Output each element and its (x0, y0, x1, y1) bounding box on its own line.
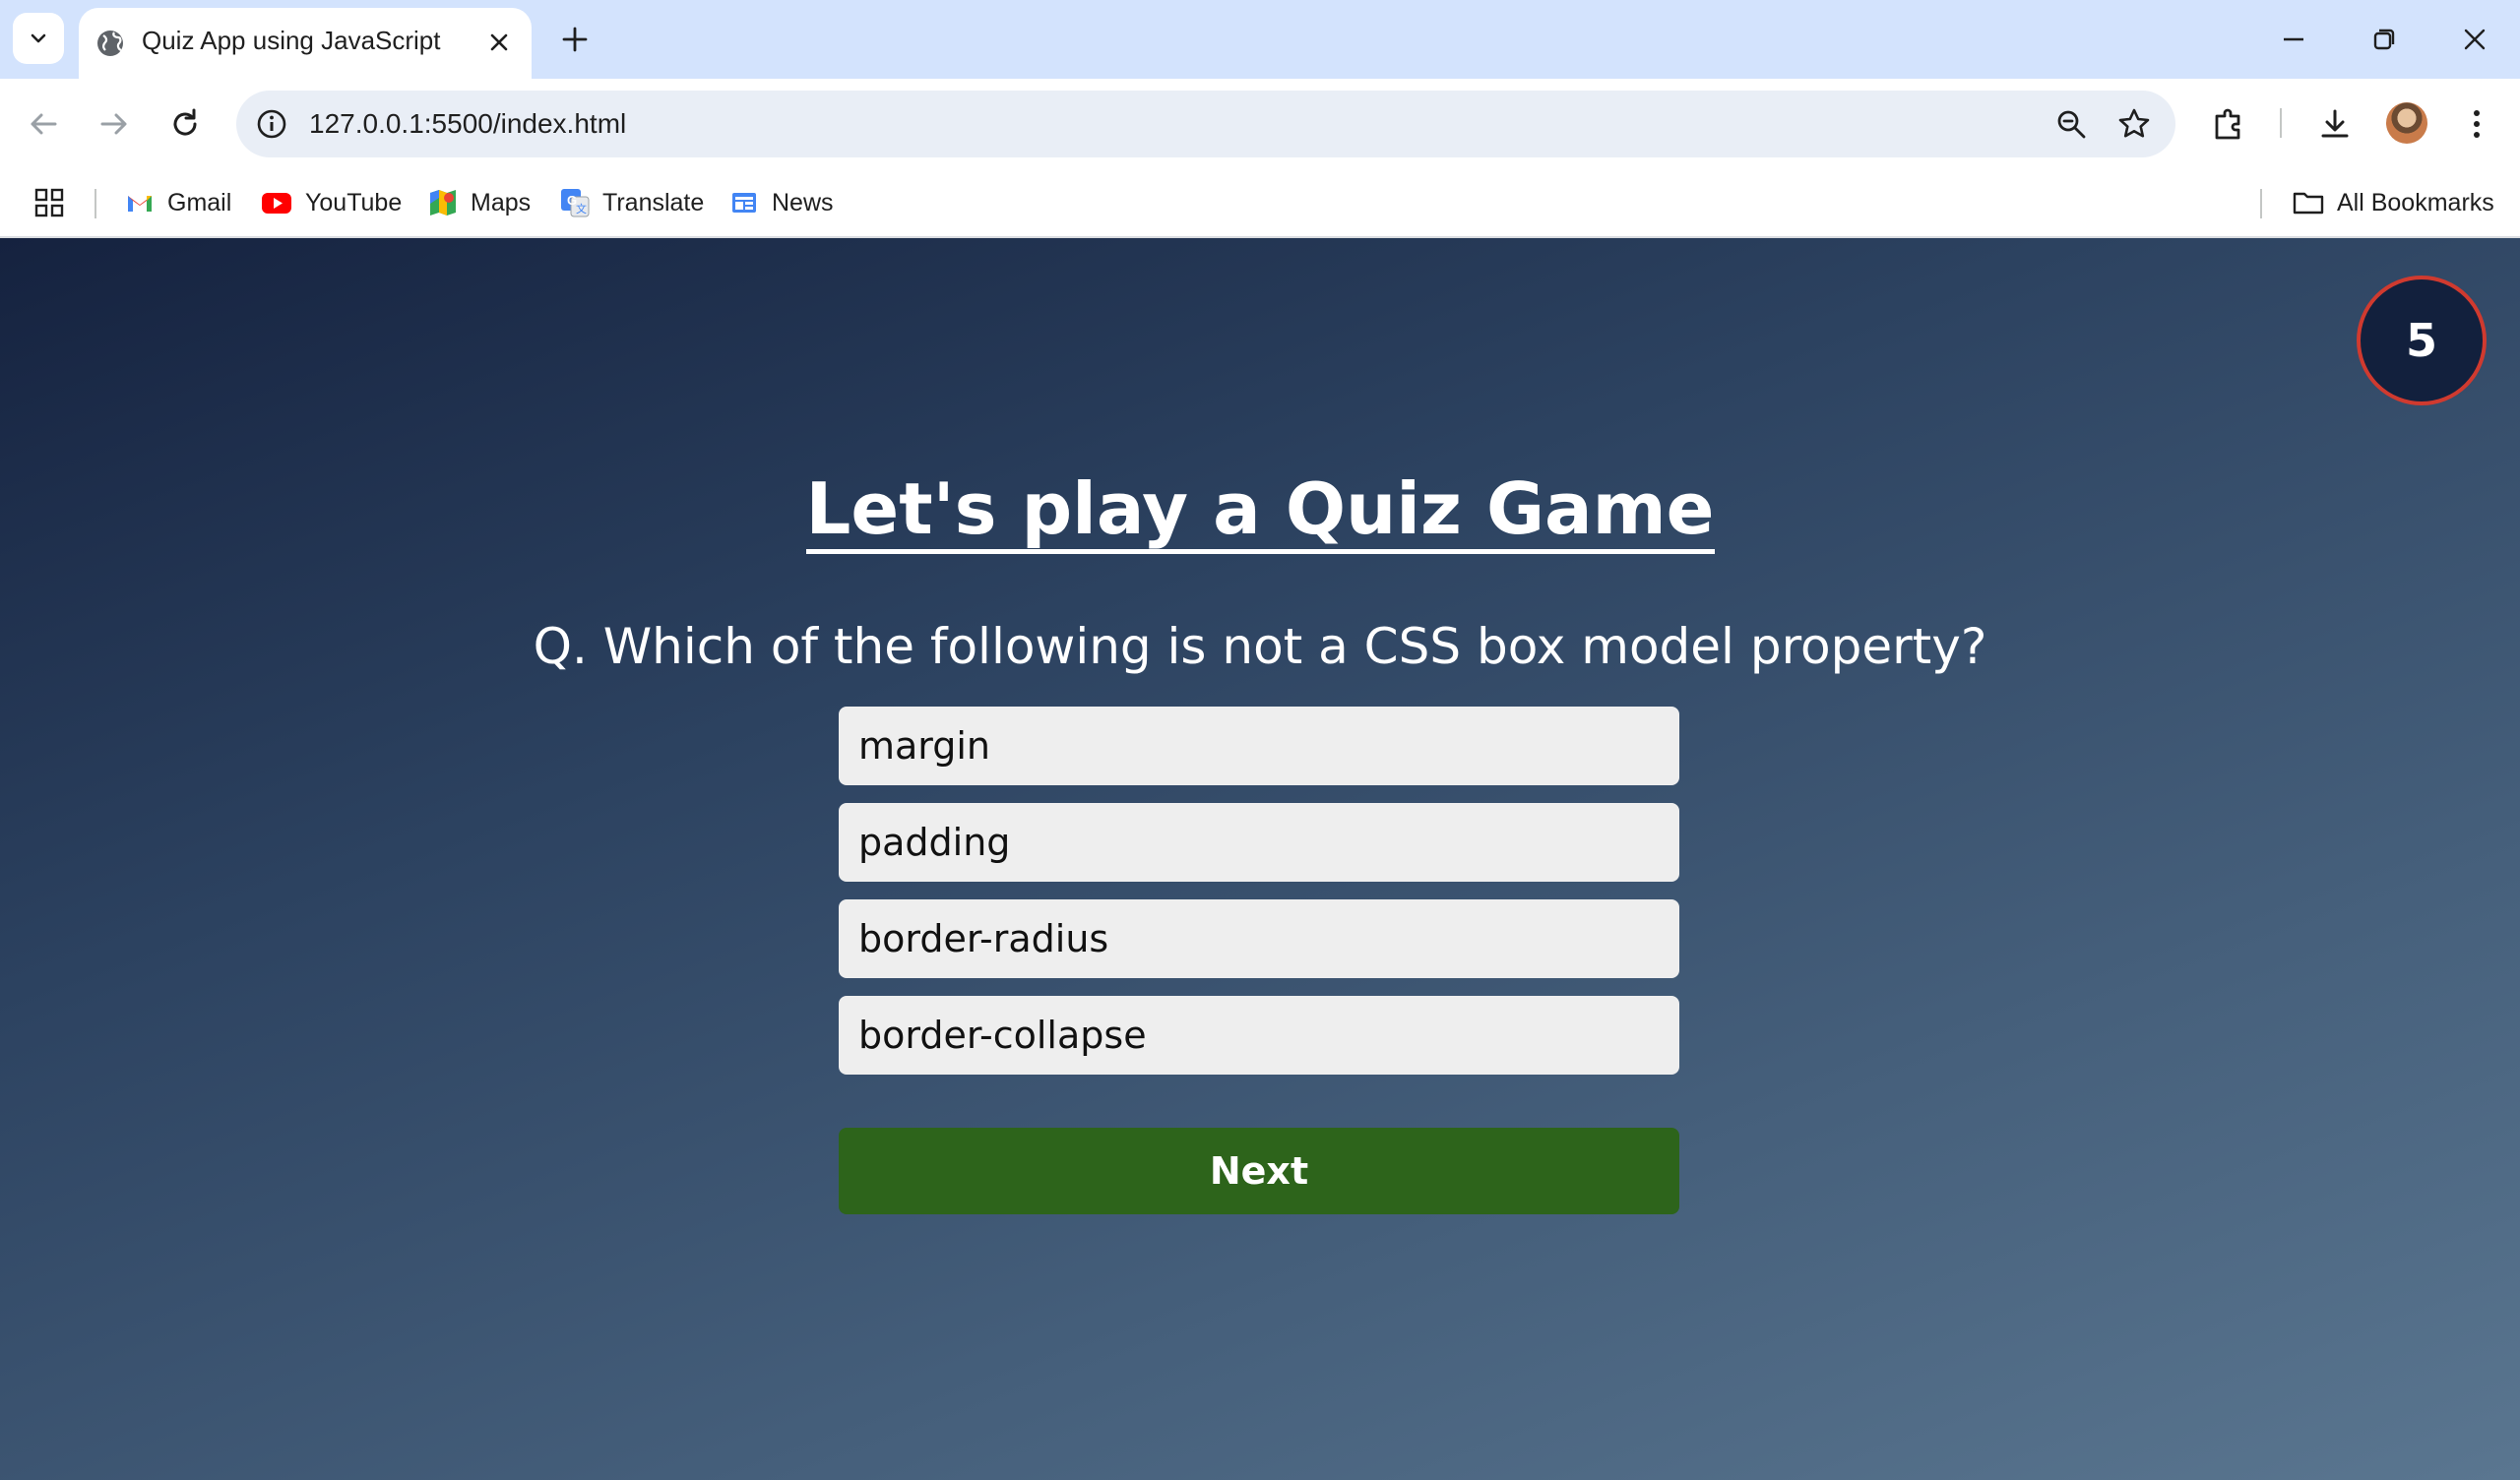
gmail-icon (128, 196, 152, 212)
answer-option[interactable]: margin (839, 707, 1679, 785)
bookmark-star-icon[interactable] (2114, 104, 2154, 144)
bookmark-label: Translate (602, 188, 705, 216)
bookmark-label: News (772, 188, 834, 216)
answer-option[interactable]: padding (839, 803, 1679, 882)
bookmarks-bar: Gmail YouTube Maps G 文 Translate News Al… (0, 169, 2520, 238)
zoom-icon[interactable] (2051, 104, 2091, 144)
url-text: 127.0.0.1:5500/index.html (309, 108, 627, 139)
active-tab[interactable]: Quiz App using JavaScript (79, 8, 532, 79)
reload-icon[interactable] (163, 102, 207, 146)
translate-icon: G 文 (561, 189, 590, 217)
toolbar-separator (2280, 108, 2282, 138)
globe-icon (97, 31, 123, 56)
bookmark-news[interactable]: News (728, 169, 834, 236)
answer-option[interactable]: border-radius (839, 899, 1679, 978)
bookmark-label: Gmail (167, 188, 232, 216)
news-icon (732, 193, 756, 213)
close-window-icon[interactable] (2455, 20, 2494, 59)
folder-icon (2293, 192, 2324, 215)
bookmark-label: Maps (471, 188, 532, 216)
answer-option[interactable]: border-collapse (839, 996, 1679, 1075)
tab-search-button[interactable] (13, 13, 64, 64)
all-bookmarks-label: All Bookmarks (2337, 188, 2494, 216)
bookmark-maps[interactable]: Maps (427, 169, 531, 236)
countdown-timer: 5 (2357, 276, 2487, 405)
apps-grid-icon[interactable] (33, 187, 65, 218)
next-button[interactable]: Next (839, 1128, 1679, 1214)
bookmark-separator (2260, 189, 2262, 218)
back-arrow-icon[interactable] (22, 102, 65, 146)
bookmark-translate[interactable]: G 文 Translate (559, 169, 704, 236)
restore-icon[interactable] (2364, 20, 2404, 59)
address-bar[interactable]: 127.0.0.1:5500/index.html (236, 91, 2175, 157)
profile-avatar[interactable] (2386, 102, 2427, 144)
chevron-down-icon (31, 33, 46, 43)
tab-strip: Quiz App using JavaScript (0, 0, 2520, 79)
forward-arrow-icon[interactable] (93, 102, 136, 146)
download-icon[interactable] (2313, 102, 2357, 146)
bookmark-gmail[interactable]: Gmail (124, 169, 231, 236)
bookmark-separator (94, 189, 96, 218)
quiz-page: 5 Let's play a Quiz Game Q. Which of the… (0, 238, 2520, 1480)
maps-icon (430, 190, 456, 216)
question-text: Q. Which of the following is not a CSS b… (533, 618, 1987, 675)
extensions-icon[interactable] (2207, 102, 2250, 146)
browser-toolbar: 127.0.0.1:5500/index.html (0, 79, 2520, 169)
all-bookmarks-button[interactable]: All Bookmarks (2292, 169, 2494, 236)
bookmark-youtube[interactable]: YouTube (260, 169, 402, 236)
bookmark-label: YouTube (305, 188, 403, 216)
close-tab-icon[interactable] (484, 28, 514, 57)
quiz-title-text: Let's play a Quiz Game (805, 468, 1715, 554)
menu-dots-icon[interactable] (2455, 102, 2498, 146)
new-tab-icon[interactable] (557, 22, 593, 57)
minimize-icon[interactable] (2274, 20, 2313, 59)
youtube-icon (262, 193, 291, 214)
svg-text:文: 文 (576, 202, 587, 216)
tab-title: Quiz App using JavaScript (142, 26, 441, 55)
site-info-icon[interactable] (254, 106, 289, 142)
quiz-title: Let's play a Quiz Game (0, 464, 2520, 554)
